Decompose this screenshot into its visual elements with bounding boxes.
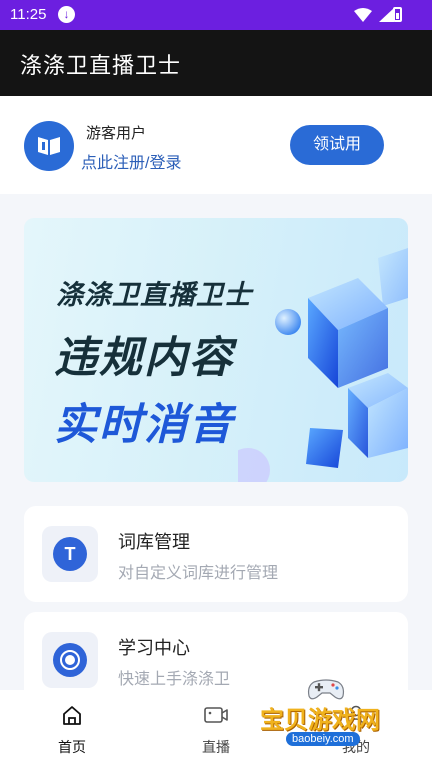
user-name: 游客用户: [86, 125, 147, 142]
glass-cubes-illustration: [238, 248, 408, 482]
trial-button[interactable]: 领试用: [290, 125, 384, 165]
learning-icon-box: [42, 632, 98, 688]
watermark-text: 宝贝游戏网: [260, 707, 380, 734]
watermark: 宝贝游戏网 baobeiy.com: [248, 674, 408, 764]
wifi-icon: [354, 8, 372, 22]
download-icon: ↓: [58, 6, 75, 23]
status-bar: 11:25 ↓: [0, 0, 432, 30]
banner-subheadline: 实时消音: [54, 401, 234, 449]
book-icon: [38, 137, 60, 155]
text-t-icon: T: [53, 537, 87, 571]
feature-desc-learning: 快速上手涤涤卫: [118, 671, 231, 688]
banner-title: 涤涤卫直播卫士: [56, 280, 252, 310]
nav-item-home[interactable]: 首页: [27, 704, 117, 757]
feature-title-lexicon: 词库管理: [118, 532, 190, 552]
battery-icon: [393, 7, 402, 22]
lexicon-icon-box: T: [42, 526, 98, 582]
login-link[interactable]: 点此注册/登录: [81, 149, 181, 173]
watermark-url: baobeiy.com: [286, 732, 360, 746]
signal-icon: [379, 8, 394, 22]
promo-banner[interactable]: 涤涤卫直播卫士 违规内容 实时消音: [24, 218, 408, 482]
gamepad-icon: [307, 679, 345, 700]
feature-card-lexicon[interactable]: T 词库管理 对自定义词库进行管理: [24, 506, 408, 602]
video-camera-icon: [204, 707, 228, 723]
app-bar: 涤涤卫直播卫士: [0, 30, 432, 96]
banner-headline: 违规内容: [54, 334, 234, 382]
status-time: 11:25: [10, 6, 47, 23]
feature-desc-lexicon: 对自定义词库进行管理: [118, 565, 279, 582]
app-title: 涤涤卫直播卫士: [20, 53, 182, 78]
feature-title-learning: 学习中心: [118, 638, 190, 658]
user-section: 游客用户 点此注册/登录 领试用: [0, 96, 432, 194]
home-icon: [63, 706, 81, 725]
nav-label-home: 首页: [58, 739, 86, 755]
target-icon: [53, 643, 87, 677]
avatar[interactable]: [24, 121, 74, 171]
